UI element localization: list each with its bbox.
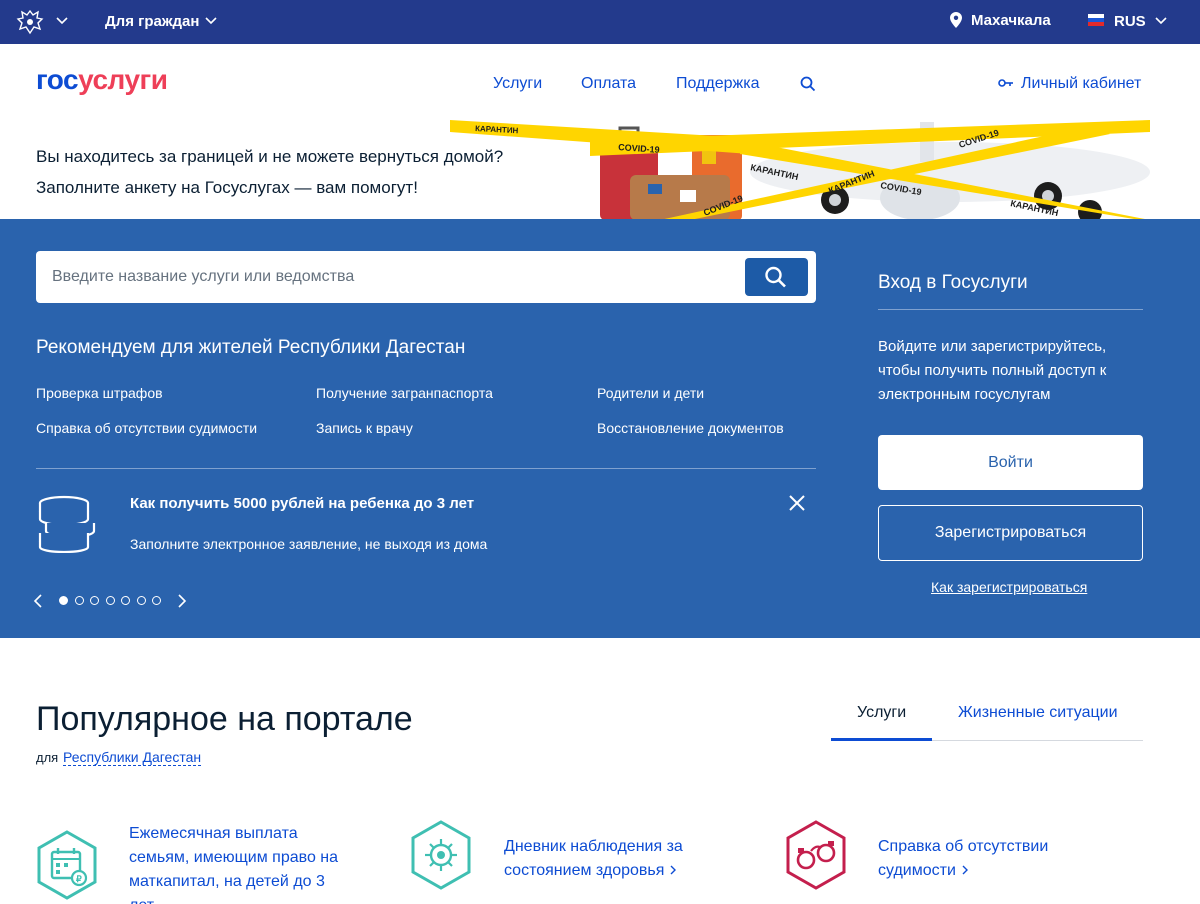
search-input[interactable]: [52, 266, 732, 288]
carousel-dot[interactable]: [74, 596, 84, 605]
recommend-link[interactable]: Запись к врачу: [316, 420, 413, 436]
close-icon[interactable]: [788, 494, 806, 512]
chevron-down-icon[interactable]: [1154, 13, 1168, 27]
recommend-link[interactable]: Проверка штрафов: [36, 385, 163, 401]
chevron-right-icon[interactable]: [177, 594, 187, 608]
nav-services[interactable]: Услуги: [493, 75, 542, 93]
recommendations-title: Рекомендуем для жителей Республики Дагес…: [36, 337, 466, 358]
personal-account-link[interactable]: Личный кабинет: [1021, 75, 1141, 93]
svg-text:₽: ₽: [76, 874, 82, 884]
chevron-down-icon[interactable]: [204, 13, 218, 27]
service-link[interactable]: Справка об отсутствии судимости: [878, 835, 1048, 883]
nav-support[interactable]: Поддержка: [676, 75, 759, 93]
promo-subtitle: Заполните электронное заявление, не выхо…: [130, 536, 488, 552]
popular-for-label: для: [36, 750, 59, 765]
coat-of-arms-icon[interactable]: [16, 9, 44, 35]
coins-stack-icon: [38, 495, 96, 553]
divider: [878, 309, 1143, 310]
search-icon: [765, 266, 786, 288]
recommend-link[interactable]: Справка об отсутствии судимости: [36, 420, 257, 436]
search-icon[interactable]: [800, 76, 816, 92]
how-to-register-link[interactable]: Как зарегистрироваться: [931, 579, 1087, 595]
promo-title[interactable]: Как получить 5000 рублей на ребенка до 3…: [130, 495, 474, 512]
gosuslugi-logo[interactable]: госуслуги: [36, 64, 168, 96]
recommend-link[interactable]: Получение загранпаспорта: [316, 385, 493, 401]
region-selector[interactable]: Республики Дагестан: [63, 749, 202, 766]
tab-life-situations[interactable]: Жизненные ситуации: [958, 704, 1118, 722]
service-search: [36, 251, 816, 303]
city-selector[interactable]: Махачкала: [971, 12, 1051, 29]
language-selector[interactable]: RUS: [1114, 13, 1146, 30]
audience-selector[interactable]: Для граждан: [105, 13, 199, 30]
service-link[interactable]: Дневник наблюдения за состоянием здоровь…: [504, 835, 683, 883]
quarantine-banner-illustration[interactable]: КАРАНТИН COVID-19 КАРАНТИН КАРАНТИН COVI…: [450, 120, 1150, 220]
carousel-dot[interactable]: [90, 596, 99, 605]
banner-line-2[interactable]: Заполните анкету на Госуслугах — вам пом…: [36, 178, 418, 198]
service-link[interactable]: Ежемесячная выплата семьям, имеющим прав…: [129, 822, 338, 904]
search-button[interactable]: [745, 258, 808, 296]
nav-payment[interactable]: Оплата: [581, 75, 636, 93]
russia-flag-icon: [1088, 14, 1104, 26]
chevron-right-icon: [962, 865, 968, 875]
divider: [36, 468, 816, 469]
banner-line-1[interactable]: Вы находитесь за границей и не можете ве…: [36, 147, 503, 167]
login-description: Войдите или зарегистрируйтесь, чтобы пол…: [878, 338, 1107, 403]
chevron-left-icon[interactable]: [33, 594, 43, 608]
chevron-down-icon[interactable]: [55, 13, 69, 27]
key-icon[interactable]: [998, 77, 1014, 89]
carousel-dot[interactable]: [121, 596, 130, 605]
chevron-right-icon: [670, 865, 677, 875]
carousel-dot[interactable]: [136, 596, 146, 605]
recommend-link[interactable]: Родители и дети: [597, 385, 704, 401]
carousel-dot[interactable]: [59, 596, 68, 605]
popular-title: Популярное на портале: [36, 700, 413, 738]
location-pin-icon: [950, 12, 962, 28]
calendar-ruble-icon[interactable]: ₽: [35, 830, 99, 900]
login-title: Вход в Госуслуги: [878, 272, 1028, 293]
virus-icon[interactable]: [409, 820, 473, 890]
register-button[interactable]: Зарегистрироваться: [878, 505, 1143, 561]
recommend-link[interactable]: Восстановление документов: [597, 420, 784, 436]
active-tab-indicator: [831, 738, 932, 741]
tab-services[interactable]: Услуги: [857, 704, 906, 722]
top-bar: Для граждан Махачкала RUS: [0, 0, 1200, 44]
carousel-dot[interactable]: [105, 596, 115, 605]
handcuffs-icon[interactable]: [784, 820, 848, 890]
login-button[interactable]: Войти: [878, 435, 1143, 490]
carousel-dot[interactable]: [152, 596, 161, 605]
